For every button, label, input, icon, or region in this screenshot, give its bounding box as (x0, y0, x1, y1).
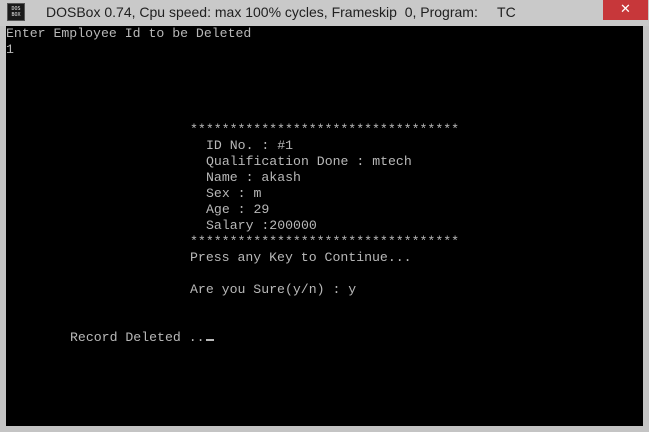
prompt-line: Enter Employee Id to be Deleted (6, 26, 252, 41)
record-qualification: Qualification Done : mtech (206, 154, 412, 169)
record-age: Age : 29 (206, 202, 270, 217)
record-name: Name : akash (206, 170, 301, 185)
close-icon: ✕ (620, 2, 631, 17)
record-id: ID No. : #1 (206, 138, 294, 153)
window-title: DOSBox 0.74, Cpu speed: max 100% cycles,… (46, 4, 516, 20)
close-button[interactable]: ✕ (603, 0, 648, 20)
dos-console-screen[interactable]: Enter Employee Id to be Deleted 1 ******… (6, 26, 643, 426)
dosbox-app-icon[interactable]: DOS BOX (7, 3, 25, 21)
dosbox-window: DOS BOX DOSBox 0.74, Cpu speed: max 100%… (0, 0, 649, 432)
record-salary: Salary :200000 (206, 218, 317, 233)
entered-id: 1 (6, 42, 14, 57)
record-sex: Sex : m (206, 186, 262, 201)
result-message: Record Deleted .. (70, 330, 205, 345)
confirm-prompt: Are you Sure(y/n) : y (190, 282, 357, 297)
separator-bottom: ********************************** (190, 234, 460, 249)
continue-prompt: Press any Key to Continue... (190, 250, 412, 265)
text-cursor (205, 339, 214, 341)
title-bar[interactable]: DOS BOX DOSBox 0.74, Cpu speed: max 100%… (0, 0, 649, 26)
result-line: Record Deleted .. (70, 330, 214, 346)
separator-top: ********************************** (190, 122, 460, 137)
